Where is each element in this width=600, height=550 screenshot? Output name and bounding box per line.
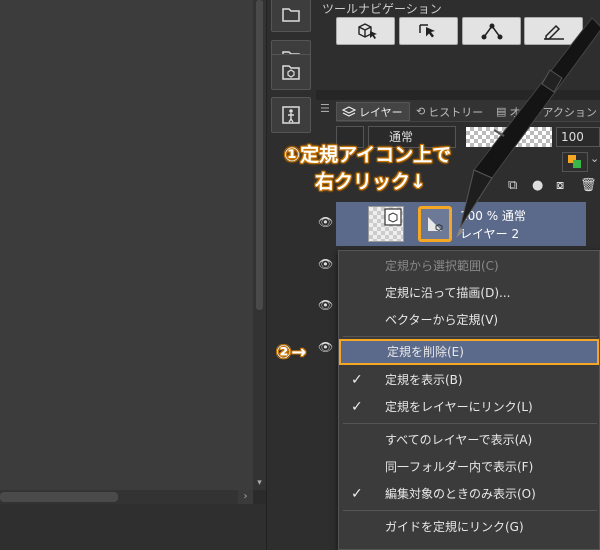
menu-item-link-guide-to-ruler[interactable]: ガイドを定規にリンク(G) bbox=[339, 514, 599, 540]
menu-item-label: 定規を削除(E) bbox=[387, 345, 464, 359]
annotation-step2: ②→ bbox=[276, 342, 307, 363]
cube-box-button[interactable] bbox=[271, 54, 311, 90]
menu-item-show-only-when-editing[interactable]: ✓ 編集対象のときのみ表示(O) bbox=[339, 481, 599, 507]
menu-item-draw-along-ruler[interactable]: 定規に沿って描画(D)... bbox=[339, 280, 599, 306]
menu-item-label: 定規を表示(B) bbox=[385, 373, 463, 387]
tool-navigation-title: ツールナビゲーション bbox=[322, 2, 442, 16]
visibility-eye-icon[interactable]: 👁 bbox=[318, 340, 333, 354]
folder-icon bbox=[281, 5, 301, 23]
cube-cursor-icon bbox=[353, 21, 379, 41]
menu-item-link-ruler-to-layer[interactable]: ✓ 定規をレイヤーにリンク(L) bbox=[339, 394, 599, 420]
menu-item-selection-from-ruler[interactable]: 定規から選択範囲(C) bbox=[339, 253, 599, 279]
vertical-scroll-thumb[interactable] bbox=[256, 0, 263, 310]
menu-item-label: 定規をレイヤーにリンク(L) bbox=[385, 400, 533, 414]
menu-item-ruler-from-vector[interactable]: ベクターから定規(V) bbox=[339, 307, 599, 333]
status-strip bbox=[0, 504, 266, 550]
menu-item-label: 定規から選択範囲(C) bbox=[385, 259, 499, 273]
menu-item-label: すべてのレイヤーで表示(A) bbox=[385, 433, 533, 447]
menu-separator bbox=[343, 423, 597, 424]
layer-thumbnail[interactable] bbox=[368, 206, 404, 242]
menu-item-label: 定規に沿って描画(D)... bbox=[385, 286, 511, 300]
horizontal-scroll-thumb[interactable] bbox=[0, 492, 118, 502]
folder-button[interactable] bbox=[271, 0, 311, 32]
cube-box-icon bbox=[281, 63, 301, 81]
menu-item-label: ベクターから定規(V) bbox=[385, 313, 499, 327]
stylus-pen-illustration bbox=[430, 0, 600, 245]
check-icon: ✓ bbox=[351, 486, 363, 502]
context-menu: 定規から選択範囲(C) 定規に沿って描画(D)... ベクターから定規(V) 定… bbox=[338, 250, 600, 550]
panel-menu-icon[interactable]: ☰ bbox=[320, 102, 330, 115]
menu-item-label: ガイドを定規にリンク(G) bbox=[385, 520, 524, 534]
menu-item-show-in-same-folder[interactable]: 同一フォルダー内で表示(F) bbox=[339, 454, 599, 480]
visibility-eye-icon[interactable]: 👁 bbox=[318, 215, 333, 229]
menu-item-show-ruler[interactable]: ✓ 定規を表示(B) bbox=[339, 367, 599, 393]
tab-layer[interactable]: レイヤー bbox=[336, 102, 410, 121]
tab-layer-label: レイヤー bbox=[359, 105, 403, 119]
check-icon: ✓ bbox=[351, 399, 363, 415]
check-icon: ✓ bbox=[351, 372, 363, 388]
menu-item-label: 編集対象のときのみ表示(O) bbox=[385, 487, 536, 501]
annotation-step1-line2: 右クリック↓ bbox=[315, 171, 426, 193]
visibility-eye-icon[interactable]: 👁 bbox=[318, 298, 333, 312]
menu-item-show-in-all-layers[interactable]: すべてのレイヤーで表示(A) bbox=[339, 427, 599, 453]
menu-separator bbox=[343, 336, 597, 337]
annotation-step1-line1: ①定規アイコン上で bbox=[284, 144, 452, 166]
menu-item-delete-ruler[interactable]: 定規を削除(E) bbox=[339, 339, 599, 365]
nav-button-object[interactable] bbox=[336, 17, 395, 45]
scroll-right-icon[interactable]: › bbox=[238, 490, 253, 504]
history-icon: ⟲ bbox=[416, 105, 426, 118]
menu-separator bbox=[343, 510, 597, 511]
figure-icon bbox=[281, 105, 301, 125]
figure-button[interactable] bbox=[271, 97, 311, 133]
scroll-down-icon[interactable]: ▾ bbox=[253, 476, 266, 490]
menu-item-label: 同一フォルダー内で表示(F) bbox=[385, 460, 534, 474]
layers-icon bbox=[342, 105, 356, 118]
canvas-area[interactable] bbox=[0, 0, 253, 490]
visibility-eye-icon[interactable]: 👁 bbox=[318, 257, 333, 271]
